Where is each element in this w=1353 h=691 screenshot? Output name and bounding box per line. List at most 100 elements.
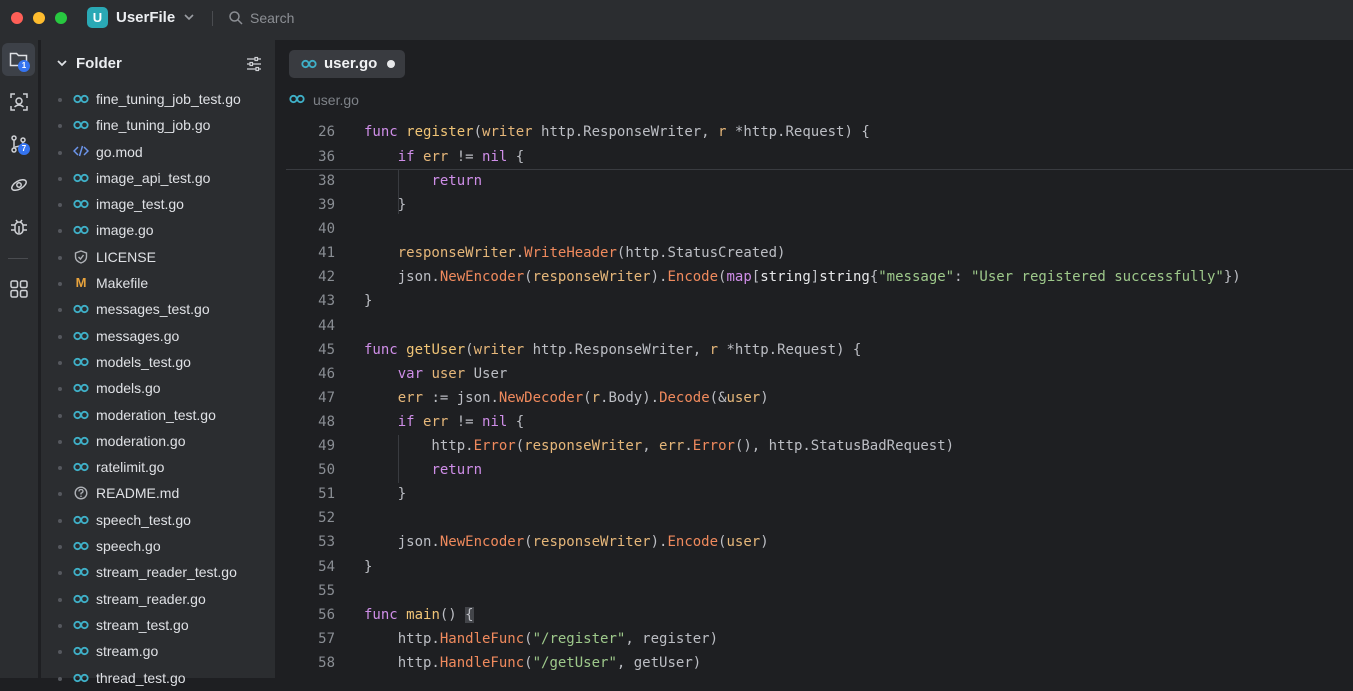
close-window-button[interactable] [11,12,23,24]
code-line[interactable]: 52 [281,506,1353,530]
code-line[interactable]: 39 } [281,193,1353,217]
chevron-down-icon[interactable] [183,11,195,23]
breadcrumb-file[interactable]: user.go [313,92,359,108]
file-item[interactable]: LICENSE [41,244,275,270]
code-line[interactable]: 43} [281,289,1353,313]
go-icon [73,381,89,395]
file-name: fine_tuning_job_test.go [96,91,241,107]
code-line[interactable]: 56 func main() { [281,603,1353,627]
vcs-tool-button[interactable]: 7 [2,127,35,160]
file-name: README.md [96,485,180,502]
line-code: var user User [397,365,508,382]
debug-tool-button[interactable] [2,210,35,243]
line-code: } [364,293,373,310]
code-line[interactable]: 58 http.HandleFunc("/getUser", getUser) [281,651,1353,675]
go-icon [73,118,89,132]
code-line[interactable]: 40 [281,217,1353,241]
minimize-window-button[interactable] [33,12,45,24]
file-item[interactable]: moderation.go [41,428,275,454]
services-tool-button[interactable] [2,168,35,201]
shield-icon [73,250,89,264]
file-item[interactable]: image_api_test.go [41,165,275,191]
file-item[interactable]: models.go [41,375,275,401]
go-icon [73,539,89,553]
file-name: stream_test.go [96,616,189,633]
file-name: models.go [96,380,161,397]
filter-settings-icon[interactable] [246,56,262,72]
code-line[interactable]: 42 json.NewEncoder(responseWriter).Encod… [281,265,1353,289]
file-item[interactable]: go.mod [41,139,275,165]
code-line[interactable]: 44 [281,314,1353,338]
code-line[interactable]: 55 [281,579,1353,603]
line-code: http.HandleFunc("/register", register) [364,630,719,647]
code-line[interactable]: 51 } [281,482,1353,506]
file-name: fine_tuning_job.go [96,117,211,134]
file-item[interactable]: fine_tuning_job_test.go [41,86,275,112]
file-item[interactable]: speech.go [41,533,275,559]
tree-bullet [58,203,62,208]
tree-bullet [58,282,62,287]
code-line[interactable]: 46 var user User [281,362,1353,386]
go-icon [73,92,89,106]
find-tool-button[interactable] [2,85,35,118]
file-item[interactable]: README.md [41,480,275,506]
code-line[interactable]: 53 json.NewEncoder(responseWriter).Encod… [281,530,1353,554]
file-item[interactable]: stream_reader_test.go [41,559,275,585]
code-line[interactable]: 48 if err != nil { [281,410,1353,434]
file-item[interactable]: image.go [41,217,275,243]
project-tool-button[interactable]: 1 [2,43,35,76]
file-item[interactable]: moderation_test.go [41,402,275,428]
file-item[interactable]: stream.go [41,638,275,664]
code-line[interactable]: 45 func getUser(writer http.ResponseWrite… [281,338,1353,362]
code-line[interactable]: 57 http.HandleFunc("/register", register… [281,627,1353,651]
go-icon [73,434,89,448]
line-code: responseWriter.WriteHeader(http.StatusCr… [397,245,786,262]
file-item[interactable]: speech_test.go [41,507,275,533]
folder-title[interactable]: Folder [76,55,122,72]
code-editor[interactable]: 26 func register(writer http.ResponseWrit… [281,120,1353,675]
file-item[interactable]: M Makefile [41,270,275,296]
grid-icon [10,280,28,298]
code-line[interactable]: 54} [281,555,1353,579]
search-icon[interactable] [228,10,244,26]
line-number: 47 [318,389,335,406]
activity-separator [8,258,28,259]
line-number: 56 [318,606,335,623]
project-name[interactable]: UserFile [116,9,175,26]
tab-label: user.go [324,55,378,72]
file-item[interactable]: messages.go [41,323,275,349]
file-item[interactable]: fine_tuning_job.go [41,112,275,138]
code-line[interactable]: 38 return [281,169,1353,193]
go-file-icon [289,94,305,104]
file-name: moderation_test.go [96,406,216,423]
code-line[interactable]: 50 return [281,458,1353,482]
file-name: speech_test.go [96,511,191,528]
line-code: err := json.NewDecoder(r.Body).Decode(&u… [397,389,769,406]
line-code: return [431,462,483,479]
search-box[interactable]: Search [250,10,294,26]
chevron-down-icon[interactable] [56,57,68,69]
file-item[interactable]: image_test.go [41,191,275,217]
file-item[interactable]: messages_test.go [41,296,275,322]
code-line[interactable]: 41 responseWriter.WriteHeader(http.Statu… [281,241,1353,265]
code-line[interactable]: 49 http.Error(responseWriter, err.Error(… [281,434,1353,458]
file-name: ratelimit.go [96,459,165,476]
code-line[interactable]: 47 err := json.NewDecoder(r.Body).Decode… [281,386,1353,410]
file-item[interactable]: ratelimit.go [41,454,275,480]
file-item[interactable]: models_test.go [41,349,275,375]
title-bar: U UserFile Search [0,0,1353,40]
project-avatar[interactable]: U [87,7,108,28]
vcs-badge: 7 [18,143,30,155]
tree-bullet [58,676,62,681]
code-line[interactable]: 36 if err != nil { [281,145,1353,170]
tab-user-go[interactable]: user.go [289,50,405,78]
maximize-window-button[interactable] [55,12,67,24]
tree-bullet [58,597,62,602]
file-name: messages.go [96,327,180,344]
line-number: 53 [318,534,335,551]
plugins-tool-button[interactable] [2,272,35,305]
file-item[interactable]: stream_reader.go [41,586,275,612]
code-line[interactable]: 26 func register(writer http.ResponseWrit… [281,120,1353,145]
file-item[interactable]: stream_test.go [41,612,275,638]
unsaved-indicator[interactable] [387,60,395,68]
